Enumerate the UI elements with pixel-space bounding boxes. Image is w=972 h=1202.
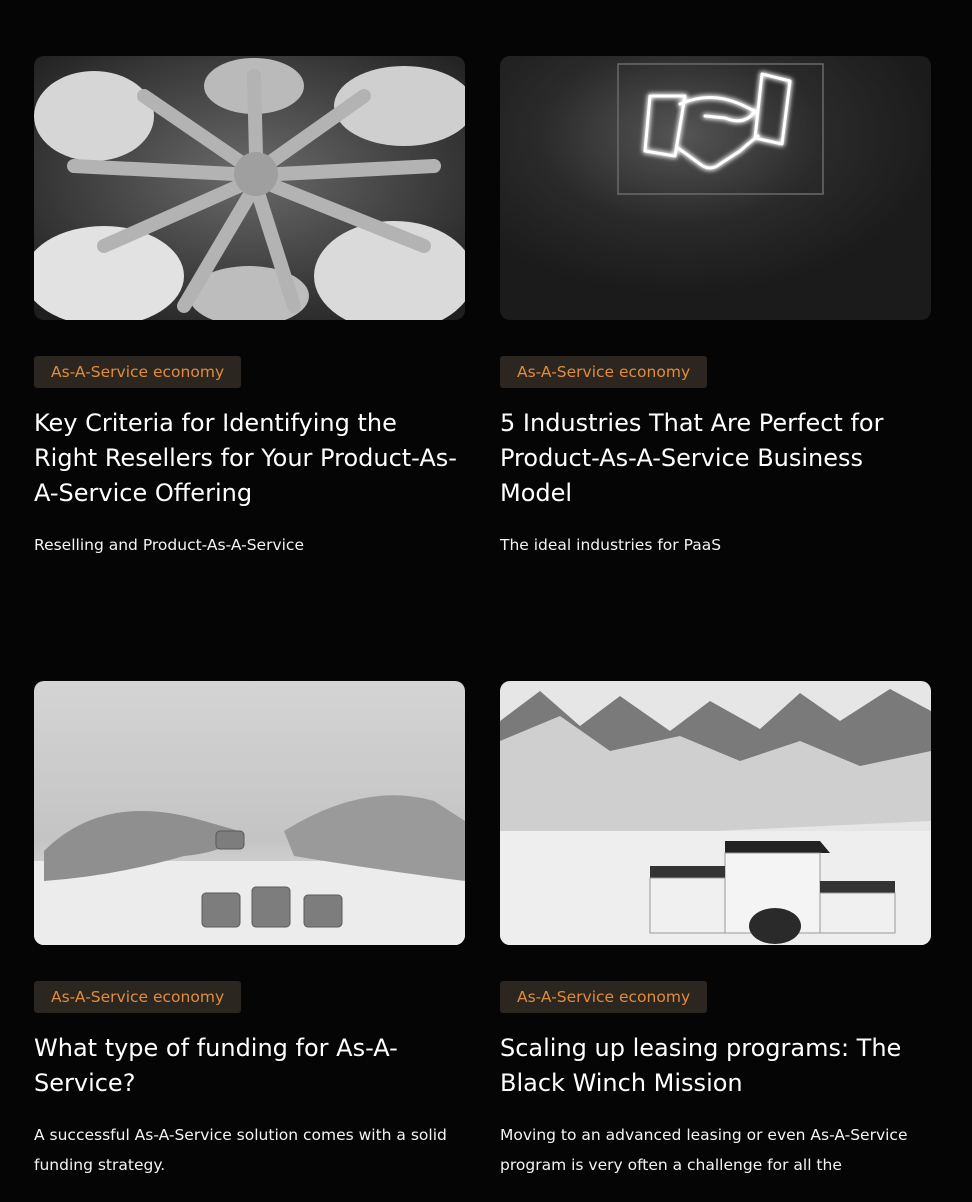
article-description: A successful As-A-Service solution comes… — [34, 1126, 447, 1174]
category-tag[interactable]: As-A-Service economy — [34, 981, 242, 1013]
article-card[interactable]: As-A-Service economy 5 Industries That A… — [500, 56, 932, 554]
article-description: The ideal industries for PaaS — [500, 536, 722, 554]
team-hands-image[interactable] — [34, 56, 465, 320]
article-title[interactable]: 5 Industries That Are Perfect for Produc… — [500, 406, 930, 511]
coin-stacks-image[interactable] — [34, 681, 465, 945]
article-card[interactable]: As-A-Service economy What type of fundin… — [34, 681, 466, 1174]
category-tag[interactable]: As-A-Service economy — [34, 356, 242, 388]
article-card[interactable]: As-A-Service economy Scaling up leasing … — [500, 681, 932, 1174]
article-title[interactable]: What type of funding for As-A-Service? — [34, 1031, 464, 1101]
article-description: Reselling and Product-As-A-Service — [34, 536, 304, 554]
mountain-podium-image[interactable] — [500, 681, 931, 945]
category-tag[interactable]: As-A-Service economy — [500, 981, 708, 1013]
category-tag[interactable]: As-A-Service economy — [500, 356, 708, 388]
article-title[interactable]: Key Criteria for Identifying the Right R… — [34, 406, 464, 511]
neon-handshake-image[interactable] — [500, 56, 931, 320]
article-card[interactable]: As-A-Service economy Key Criteria for Id… — [34, 56, 466, 554]
article-description: Moving to an advanced leasing or even As… — [500, 1126, 908, 1174]
article-title[interactable]: Scaling up leasing programs: The Black W… — [500, 1031, 930, 1101]
